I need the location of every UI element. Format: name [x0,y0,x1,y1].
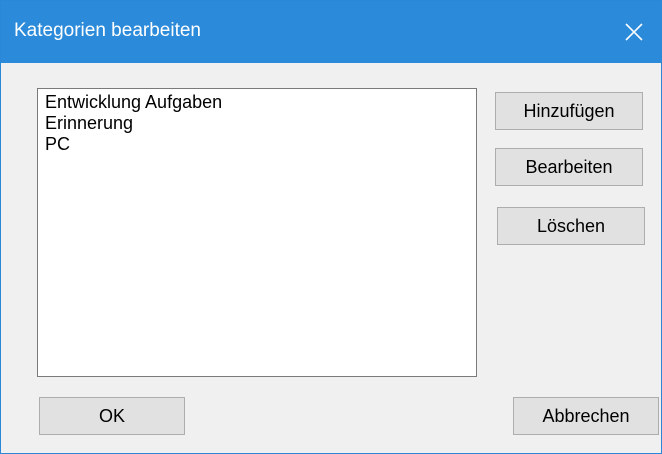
ok-button[interactable]: OK [39,397,185,435]
cancel-button[interactable]: Abbrechen [513,397,659,435]
close-icon [625,23,643,41]
list-item[interactable]: Erinnerung [45,113,476,134]
close-button[interactable] [607,1,661,63]
list-item[interactable]: Entwicklung Aufgaben [45,92,476,113]
list-item[interactable]: PC [45,134,476,155]
title-bar: Kategorien bearbeiten [1,1,661,63]
add-button[interactable]: Hinzufügen [495,92,643,130]
edit-button[interactable]: Bearbeiten [495,148,643,186]
dialog-title: Kategorien bearbeiten [14,20,201,41]
category-list[interactable]: Entwicklung Aufgaben Erinnerung PC [37,88,477,377]
delete-button[interactable]: Löschen [497,207,645,245]
dialog-window: Kategorien bearbeiten Entwicklung Aufgab… [0,0,662,454]
